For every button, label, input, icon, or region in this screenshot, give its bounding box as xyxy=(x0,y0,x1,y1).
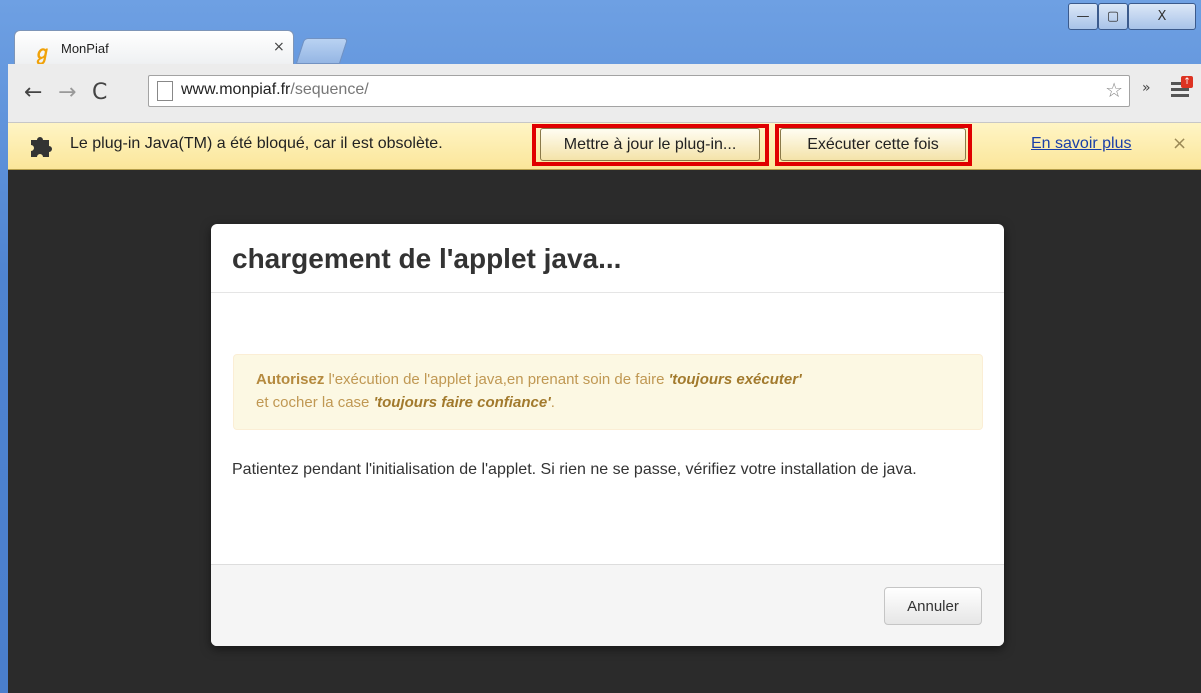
maximize-window-button[interactable]: ▢ xyxy=(1098,3,1128,30)
back-arrow-icon[interactable]: ← xyxy=(24,80,42,105)
tab-strip: ℊ MonPiaf × — ▢ X xyxy=(0,0,1201,65)
browser-window: ℊ MonPiaf × — ▢ X ← → C www.monpiaf.fr/s… xyxy=(0,0,1201,693)
address-bar[interactable]: www.monpiaf.fr/sequence/ ☆ xyxy=(148,75,1130,107)
tab-title: MonPiaf xyxy=(61,41,109,56)
highlight-box-run xyxy=(775,124,972,166)
url-domain: www.monpiaf.fr xyxy=(181,81,291,98)
tab-close-icon[interactable]: × xyxy=(273,39,285,55)
browser-toolbar: ← → C www.monpiaf.fr/sequence/ ☆ » ↑ xyxy=(8,64,1201,123)
plugin-blocked-infobar: Le plug-in Java(TM) a été bloqué, car il… xyxy=(8,123,1201,170)
alert-text-1: l'exécution de l'applet java,en prenant … xyxy=(324,371,669,388)
reload-icon[interactable]: C xyxy=(92,80,107,105)
update-badge-icon: ↑ xyxy=(1181,76,1193,88)
close-window-button[interactable]: X xyxy=(1128,3,1196,30)
dialog-footer: Annuler xyxy=(211,564,1004,646)
extensions-chevron-icon[interactable]: » xyxy=(1142,80,1151,96)
minimize-window-button[interactable]: — xyxy=(1068,3,1098,30)
cancel-button[interactable]: Annuler xyxy=(884,587,982,625)
tab-monpiaf[interactable]: ℊ MonPiaf × xyxy=(14,30,294,65)
forward-arrow-icon[interactable]: → xyxy=(58,80,76,105)
page-icon xyxy=(157,81,173,101)
url-text: www.monpiaf.fr/sequence/ xyxy=(181,81,369,99)
url-path: /sequence/ xyxy=(290,81,369,98)
bookmark-star-icon[interactable]: ☆ xyxy=(1105,78,1123,102)
alert-text-3: . xyxy=(550,394,555,411)
monpiaf-favicon-icon: ℊ xyxy=(33,42,53,64)
alert-emphasis-1: 'toujours exécuter' xyxy=(668,371,802,388)
alert-strong: Autorisez xyxy=(256,371,325,388)
applet-loading-dialog: chargement de l'applet java... Autorisez… xyxy=(211,224,1004,646)
dialog-title: chargement de l'applet java... xyxy=(232,243,622,274)
new-tab-button[interactable] xyxy=(295,38,349,64)
highlight-box-update xyxy=(532,124,769,166)
chrome-menu-icon[interactable]: ↑ xyxy=(1171,76,1193,100)
authorization-alert: Autorisez l'exécution de l'applet java,e… xyxy=(233,354,983,430)
alert-text-2: et cocher la case xyxy=(256,394,374,411)
alert-emphasis-2: 'toujours faire confiance' xyxy=(373,394,551,411)
page-content: chargement de l'applet java... Autorisez… xyxy=(8,170,1201,693)
dialog-body-text: Patientez pendant l'initialisation de l'… xyxy=(232,461,917,478)
plugin-puzzle-icon xyxy=(31,137,52,157)
infobar-close-icon[interactable]: × xyxy=(1172,133,1187,154)
learn-more-link[interactable]: En savoir plus xyxy=(1031,135,1132,153)
infobar-message: Le plug-in Java(TM) a été bloqué, car il… xyxy=(70,135,443,152)
dialog-header: chargement de l'applet java... xyxy=(211,224,1004,293)
